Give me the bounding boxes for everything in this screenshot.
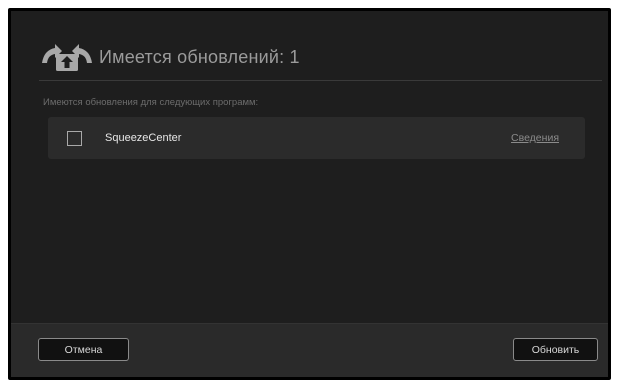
update-checkbox[interactable] <box>67 130 82 146</box>
update-list-item: SqueezeCenter Сведения <box>48 117 585 159</box>
updates-dialog: Имеется обновлений: 1 Имеются обновления… <box>8 8 611 380</box>
dialog-title: Имеется обновлений: 1 <box>99 46 300 67</box>
header-divider <box>39 80 602 81</box>
dialog-footer: Отмена Обновить <box>11 323 608 377</box>
update-button[interactable]: Обновить <box>513 338 598 361</box>
details-link[interactable]: Сведения <box>511 132 559 144</box>
updates-subtitle: Имеются обновления для следующих програм… <box>43 97 259 108</box>
cancel-button[interactable]: Отмена <box>38 338 129 361</box>
update-upload-icon <box>42 44 92 71</box>
update-app-name: SqueezeCenter <box>105 132 182 144</box>
dialog-header: Имеется обновлений: 1 <box>39 39 300 75</box>
